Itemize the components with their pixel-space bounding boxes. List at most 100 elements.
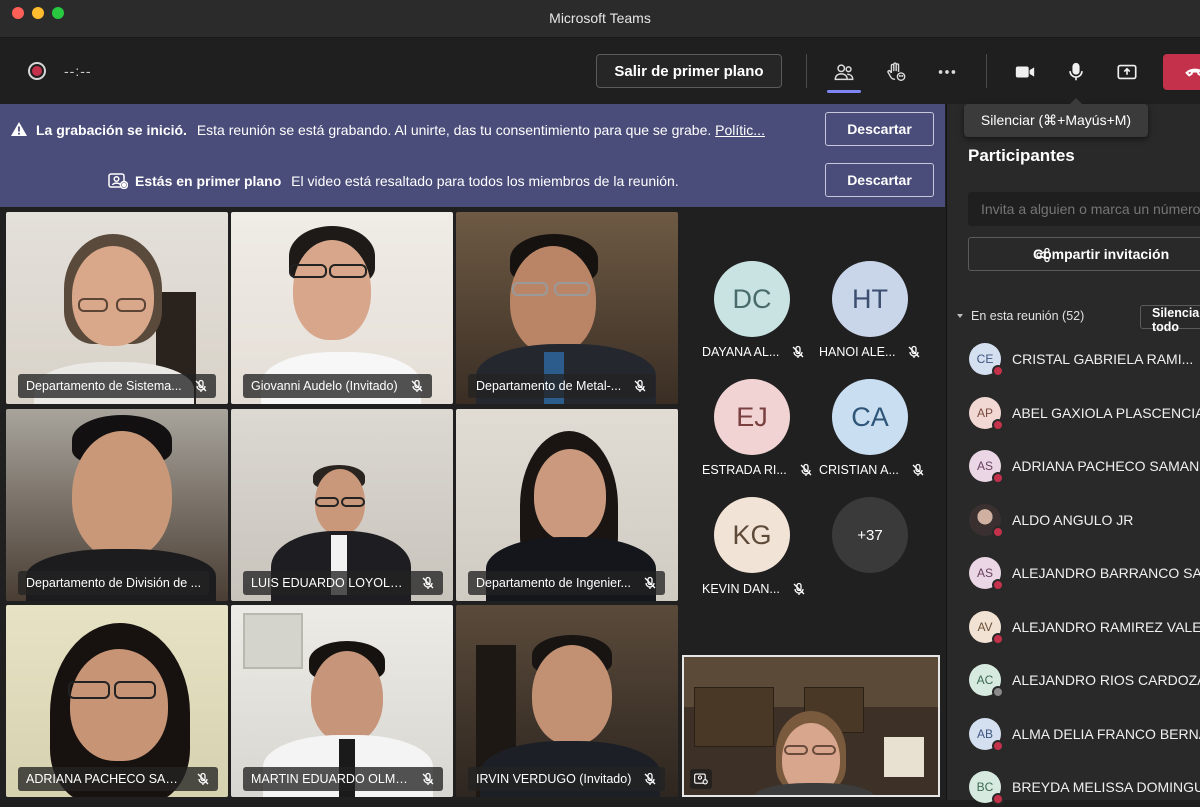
mic-off-icon (197, 772, 209, 785)
participant-row[interactable]: ALDO ANGULO JR (969, 500, 1200, 540)
toolbar-divider (806, 54, 807, 88)
share-screen-button[interactable] (1111, 56, 1143, 88)
participants-active-indicator (827, 90, 861, 93)
share-invite-button[interactable]: Compartir invitación (968, 237, 1200, 271)
meeting-timer: --:-- (64, 63, 92, 79)
participant-name: Departamento de División de ... (26, 576, 202, 590)
participants-button[interactable] (828, 56, 860, 88)
participant-name: LUIS EDUARDO LOYOLA S... (251, 576, 409, 590)
toolbar-divider (986, 54, 987, 88)
leave-call-icon (1185, 68, 1200, 77)
participant-avatar[interactable]: HT (832, 261, 908, 337)
avatar: AS (969, 557, 1004, 591)
participant-row[interactable]: AC ALEJANDRO RIOS CARDOZA (969, 660, 1200, 700)
spotlight-icon (108, 173, 128, 189)
participant-row[interactable]: CE CRISTAL GABRIELA RAMI... (969, 339, 1200, 379)
participant-name: ALEJANDRO RAMIREZ VALENZUELA (1012, 619, 1200, 635)
privacy-policy-link[interactable]: Polític... (715, 122, 765, 138)
status-badge (992, 686, 1004, 698)
status-badge (992, 579, 1004, 591)
participant-name: IRVIN VERDUGO (Invitado) (476, 772, 632, 786)
participant-name: ALDO ANGULO JR (1012, 512, 1134, 528)
participant-avatar[interactable]: EJ (714, 379, 790, 455)
more-participants-button[interactable]: +37 (832, 497, 908, 573)
video-tile[interactable]: Departamento de Sistema... (6, 212, 228, 404)
status-badge (992, 526, 1004, 538)
spotlight-banner-text: Estás en primer plano El video está resa… (135, 173, 679, 189)
participant-avatar[interactable]: DC (714, 261, 790, 337)
video-tile-name-tag: Departamento de División de ... (18, 571, 210, 595)
mic-off-icon (792, 345, 804, 358)
participant-row[interactable]: AS ADRIANA PACHECO SAMANIEGO (969, 446, 1200, 486)
avatar: CE (969, 343, 1004, 377)
video-tile[interactable]: ADRIANA PACHECO SAM... (6, 605, 228, 797)
video-tile[interactable]: Giovanni Audelo (Invitado) (231, 212, 453, 404)
recording-banner-message: Esta reunión se está grabando. Al unirte… (196, 122, 712, 138)
participant-row[interactable]: BC BREYDA MELISSA DOMINGUEZ (969, 767, 1200, 807)
video-tile-name-tag: Departamento de Sistema... (18, 374, 216, 398)
warning-icon (11, 122, 27, 136)
share-screen-icon (1117, 64, 1137, 80)
more-icon (938, 70, 956, 74)
video-tile[interactable]: Departamento de Ingenier... (456, 409, 678, 601)
participant-row[interactable]: AP ABEL GAXIOLA PLASCENCIA (969, 393, 1200, 433)
status-badge (992, 793, 1004, 805)
participant-avatar[interactable]: KG (714, 497, 790, 573)
mic-off-icon (908, 345, 920, 358)
video-tile[interactable]: MARTIN EDUARDO OLMO... (231, 605, 453, 797)
avatar-tile-name: KEVIN DAN... (702, 582, 806, 596)
avatar: AP (969, 397, 1004, 431)
in-meeting-section-toggle[interactable]: En esta reunión (52) (955, 309, 1084, 323)
video-tile-name-tag: IRVIN VERDUGO (Invitado) (468, 767, 666, 791)
recording-banner-text: La grabación se inició. Esta reunión se … (36, 122, 765, 138)
notification-banners: La grabación se inició. Esta reunión se … (0, 104, 945, 207)
meeting-toolbar: --:-- Salir de primer plano (0, 38, 1200, 104)
participant-name: ALEJANDRO RIOS CARDOZA (1012, 672, 1200, 688)
microphone-button[interactable] (1060, 56, 1092, 88)
participant-row[interactable]: AB ALMA DELIA FRANCO BERNAL (969, 714, 1200, 754)
exit-spotlight-button[interactable]: Salir de primer plano (596, 54, 782, 88)
reactions-button[interactable] (880, 56, 912, 88)
spotlight-icon (694, 773, 708, 785)
mic-off-icon (793, 582, 805, 595)
video-tile-name-tag: Giovanni Audelo (Invitado) (243, 374, 432, 398)
leave-call-button[interactable] (1163, 54, 1200, 90)
mic-off-icon (411, 379, 423, 392)
participants-panel: Participantes Compartir invitación En es… (946, 104, 1200, 805)
video-tile-name-tag: Departamento de Ingenier... (468, 571, 665, 595)
invite-search-input[interactable] (968, 192, 1200, 226)
mic-off-icon (634, 379, 646, 392)
recording-banner: La grabación se inició. Esta reunión se … (0, 104, 945, 155)
status-badge (992, 633, 1004, 645)
participant-name: Departamento de Sistema... (26, 379, 182, 393)
dismiss-spotlight-banner-button[interactable]: Descartar (825, 163, 934, 197)
spotlight-indicator (690, 769, 712, 789)
participant-row[interactable]: AV ALEJANDRO RAMIREZ VALENZUELA (969, 607, 1200, 647)
participant-row[interactable]: AS ALEJANDRO BARRANCO SAINZ (969, 553, 1200, 593)
video-tile[interactable]: Departamento de División de ... (6, 409, 228, 601)
video-tile[interactable]: LUIS EDUARDO LOYOLA S... (231, 409, 453, 601)
reactions-icon (887, 62, 906, 81)
mic-off-icon (644, 772, 656, 785)
participant-name: ADRIANA PACHECO SAM... (26, 772, 184, 786)
video-tile[interactable]: IRVIN VERDUGO (Invitado) (456, 605, 678, 797)
participant-name: ALMA DELIA FRANCO BERNAL (1012, 726, 1200, 742)
dismiss-recording-banner-button[interactable]: Descartar (825, 112, 934, 146)
video-tile[interactable]: Departamento de Metal-... (456, 212, 678, 404)
camera-button[interactable] (1009, 56, 1041, 88)
avatar: AC (969, 664, 1004, 698)
video-tile-name-tag: ADRIANA PACHECO SAM... (18, 767, 218, 791)
mute-all-button[interactable]: Silenciar todo (1140, 305, 1200, 334)
avatar-tile-name: ESTRADA RI... (702, 463, 813, 477)
avatar-photo (969, 504, 1004, 538)
participant-name: ADRIANA PACHECO SAMANIEGO (1012, 458, 1200, 474)
camera-icon (1015, 66, 1035, 78)
participant-name: CRISTAL GABRIELA RAMI... (1012, 351, 1194, 367)
spotlight-banner-title: Estás en primer plano (135, 173, 282, 189)
more-options-button[interactable] (931, 56, 963, 88)
participant-avatar[interactable]: CA (832, 379, 908, 455)
avatar: AV (969, 611, 1004, 645)
video-tile-name-tag: Departamento de Metal-... (468, 374, 656, 398)
self-view-video[interactable] (682, 655, 940, 797)
video-tile-name-tag: MARTIN EDUARDO OLMO... (243, 767, 443, 791)
